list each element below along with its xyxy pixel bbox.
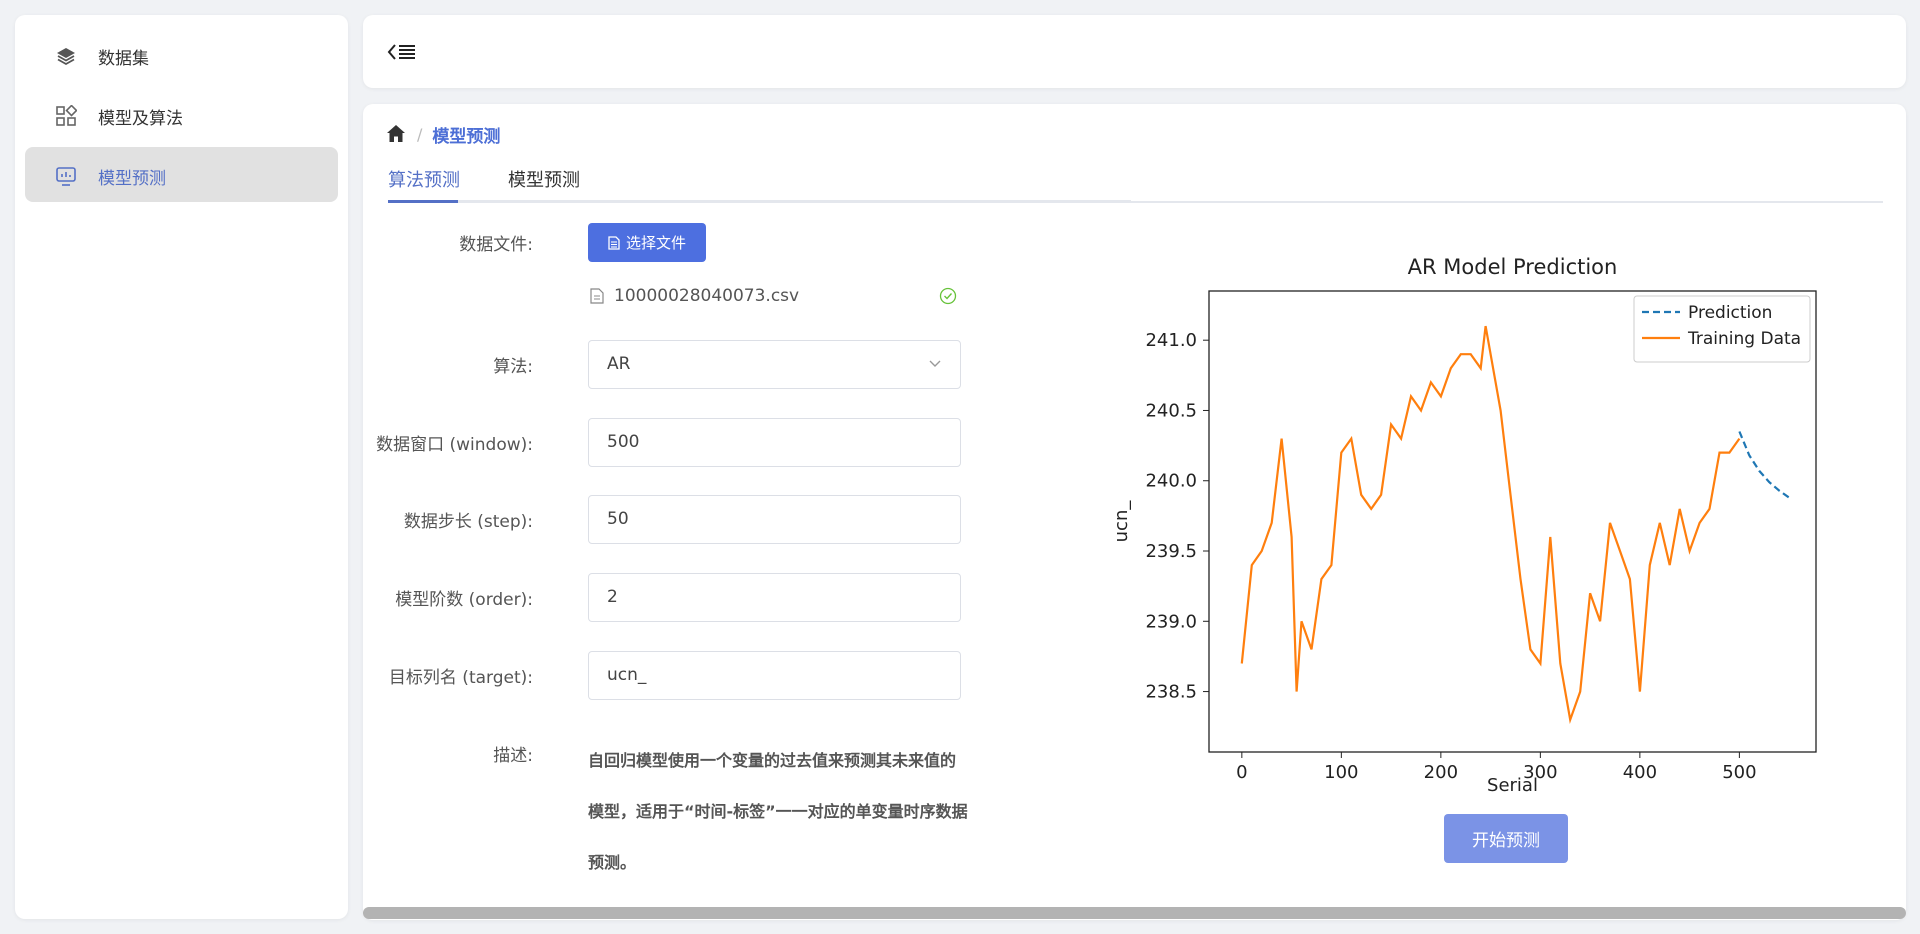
menu-collapse-icon[interactable] [387,40,417,64]
x-tick-label: 300 [1523,762,1557,783]
order-label: 模型阶数 (order): [395,590,533,610]
target-label: 目标列名 (target): [388,668,533,688]
tab-algorithm-prediction[interactable]: 算法预测 [388,166,460,192]
tab-bar: 算法预测 模型预测 [388,156,1883,204]
window-label: 数据窗口 (window): [376,435,533,455]
tab-active-indicator [388,200,458,203]
breadcrumb: / 模型预测 [385,122,500,147]
scrollbar-thumb[interactable] [363,907,1906,919]
target-input[interactable]: ucn_ [588,651,961,700]
algorithm-value: AR [607,354,631,374]
y-tick-label: 240.0 [1145,471,1197,492]
algorithm-label: 算法: [493,357,533,377]
file-label: 数据文件: [459,235,533,255]
x-tick-label: 0 [1236,762,1247,783]
x-tick-label: 400 [1623,762,1657,783]
tab-model-prediction[interactable]: 模型预测 [508,166,580,192]
start-prediction-button[interactable]: 开始预测 [1444,814,1568,863]
breadcrumb-separator: / [417,124,423,144]
select-file-button[interactable]: 选择文件 [588,223,706,262]
tab-divider [388,200,1131,203]
description-label: 描述: [493,746,533,766]
grid-icon [56,105,77,126]
legend-label: Training Data [1687,329,1801,349]
document-icon [590,288,604,304]
sidebar: 数据集 模型及算法 模型预测 [15,15,348,919]
prediction-chart: AR Model Prediction Serial ucn_ 0 100 200 300 4… [1103,244,1823,804]
sidebar-item-label: 模型及算法 [98,109,183,129]
chart-svg: AR Model PredictionSerialucn_0 100 200 300 4… [1111,255,1817,796]
uploaded-file-item[interactable]: 10000028040073.csv [590,284,957,308]
y-tick-label: 241.0 [1145,330,1197,351]
select-file-label: 选择文件 [625,234,686,252]
window-input[interactable]: 500 [588,418,961,467]
top-header [363,15,1906,88]
legend-label: Prediction [1688,303,1772,323]
check-circle-icon [939,287,957,305]
y-tick-label: 238.5 [1145,682,1197,703]
x-tick-label: 200 [1424,762,1458,783]
algorithm-description: 自回归模型使用一个变量的过去值来预测其未来值的模型，适用于“时间-标签”一一对应… [588,751,968,872]
y-axis-label: ucn_ [1111,500,1132,543]
order-input[interactable]: 2 [588,573,961,622]
step-input[interactable]: 50 [588,495,961,544]
home-icon[interactable] [385,123,407,145]
sidebar-item-label: 数据集 [98,49,149,69]
y-tick-label: 240.5 [1145,400,1197,421]
y-tick-label: 239.5 [1145,541,1197,562]
sidebar-item-models[interactable]: 模型及算法 [25,87,338,142]
chevron-down-icon [929,360,941,367]
sidebar-item-label: 模型预测 [98,169,166,189]
document-icon [608,235,620,250]
monitor-chart-icon [56,167,76,186]
y-tick-label: 239.0 [1145,611,1197,632]
chart-title: AR Model Prediction [1408,255,1618,279]
algorithm-select[interactable]: AR [588,340,961,389]
file-name: 10000028040073.csv [614,286,800,306]
horizontal-scrollbar[interactable] [363,907,1906,919]
x-tick-label: 100 [1324,762,1358,783]
sidebar-item-prediction[interactable]: 模型预测 [25,147,338,202]
main-content: / 模型预测 算法预测 模型预测 数据文件: 算法: 数据窗口 (window)… [363,104,1906,920]
tab-divider [1131,201,1883,203]
x-tick-label: 500 [1722,762,1756,783]
layers-icon [57,48,75,66]
step-label: 数据步长 (step): [403,512,533,532]
breadcrumb-current[interactable]: 模型预测 [432,122,500,147]
sidebar-item-datasets[interactable]: 数据集 [25,27,338,82]
